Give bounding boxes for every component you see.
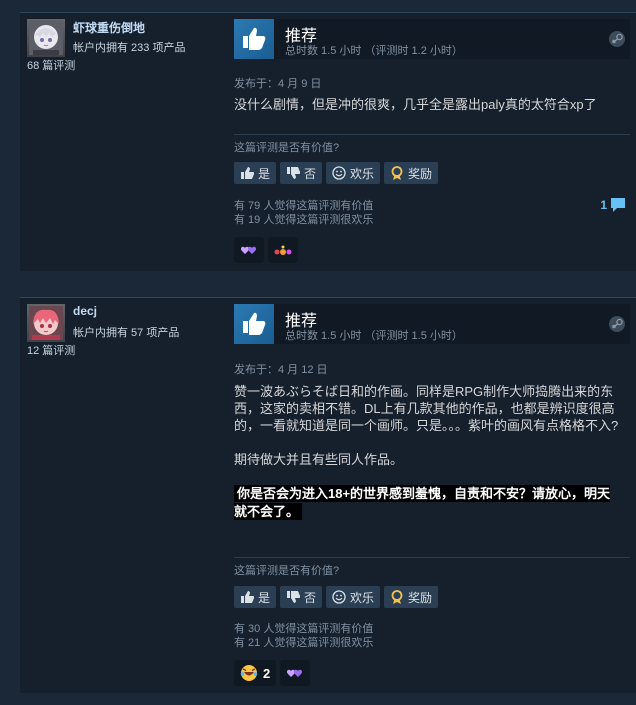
comment-count-value: 1	[600, 198, 607, 212]
dots-icon	[274, 245, 292, 255]
steam-icon	[608, 30, 626, 48]
vote-header: 推荐 总时数 1.5 小时 （评测时 1.2 小时）	[234, 19, 630, 59]
reactions	[234, 237, 298, 263]
review-card: 虾球重伤倒地 帐户内拥有 233 项产品 68 篇评测 推荐 总时数 1.5 小…	[20, 12, 636, 271]
divider	[234, 557, 630, 558]
reviews-count[interactable]: 12 篇评测	[27, 342, 75, 358]
award-icon	[391, 590, 403, 604]
reactions: 2	[234, 660, 311, 686]
hours-played: 总时数 1.5 小时 （评测时 1.2 小时）	[285, 45, 463, 57]
vote-yes-label: 是	[258, 590, 271, 605]
award-button[interactable]: 奖励	[384, 162, 439, 184]
award-label: 奖励	[408, 166, 433, 181]
award-button[interactable]: 奖励	[384, 586, 439, 608]
comment-count[interactable]: 1	[600, 197, 626, 213]
hours-played: 总时数 1.5 小时 （评测时 1.5 小时）	[285, 330, 463, 342]
review-text: 赞一波あぶらそば日和的作画。同样是RPG制作大师捣腾出来的东西，这家的卖相不错。…	[234, 383, 620, 521]
smile-icon	[332, 590, 346, 604]
vote-funny-button[interactable]: 欢乐	[326, 162, 381, 184]
laughing-face-icon	[240, 664, 258, 682]
avatar-frame[interactable]	[27, 304, 65, 342]
funny-votes: 有 21 人觉得这篇评测很欢乐	[234, 637, 374, 649]
review-card: decj 帐户内拥有 57 项产品 12 篇评测 推荐 总时数 1.5 小时 （…	[20, 297, 636, 693]
helpful-question: 这篇评测是否有价值?	[234, 142, 340, 154]
review-body: 推荐 总时数 1.5 小时 （评测时 1.5 小时） 发布于：4 月 12 日 …	[234, 304, 630, 686]
products-owned[interactable]: 帐户内拥有 57 项产品	[73, 324, 179, 340]
review-paragraph: 没什么剧情，但是冲的很爽，几乎全是露出paly真的太符合xp了	[234, 97, 597, 112]
vote-info: 有 30 人觉得这篇评测有价值 有 21 人觉得这篇评测很欢乐	[234, 622, 373, 650]
reaction[interactable]: 2	[234, 660, 277, 686]
thumbs-up-icon	[241, 167, 254, 179]
vote-no-label: 否	[304, 590, 317, 605]
reaction[interactable]	[280, 660, 311, 686]
vote-no-label: 否	[304, 166, 317, 181]
smile-icon	[332, 166, 346, 180]
reaction[interactable]	[268, 237, 298, 263]
author-name[interactable]: 虾球重伤倒地	[73, 19, 145, 36]
vote-funny-label: 欢乐	[350, 166, 375, 181]
funny-votes: 有 19 人觉得这篇评测很欢乐	[234, 214, 374, 226]
vote-info: 有 79 人觉得这篇评测有价值 有 19 人觉得这篇评测很欢乐	[234, 199, 373, 227]
hearts-icon	[287, 669, 303, 677]
review-paragraph: 赞一波あぶらそば日和的作画。同样是RPG制作大师捣腾出来的东西，这家的卖相不错。…	[234, 384, 619, 433]
helpful-votes: 有 30 人觉得这篇评测有价值	[234, 623, 374, 635]
posted-date: 发布于：4 月 9 日	[234, 78, 322, 90]
thumbs-up-icon	[234, 304, 274, 344]
vote-no-button[interactable]: 否	[280, 162, 323, 184]
review-body: 推荐 总时数 1.5 小时 （评测时 1.2 小时） 发布于：4 月 9 日 没…	[234, 19, 630, 263]
comment-icon	[611, 198, 625, 212]
thumbs-down-icon	[287, 167, 301, 179]
products-owned[interactable]: 帐户内拥有 233 项产品	[73, 39, 185, 55]
author-name[interactable]: decj	[73, 304, 97, 318]
avatar[interactable]	[29, 21, 63, 55]
thumbs-down-icon	[287, 591, 301, 603]
reviews-count[interactable]: 68 篇评测	[27, 57, 75, 73]
award-label: 奖励	[408, 590, 433, 605]
thumbs-up-icon	[234, 19, 274, 59]
vote-buttons: 是 否 欢乐 奖励	[234, 586, 439, 608]
vote-funny-label: 欢乐	[350, 590, 375, 605]
review-paragraph: 期待做大并且有些同人作品。	[234, 452, 404, 467]
award-icon	[391, 166, 403, 180]
thumbs-up-icon	[241, 591, 254, 603]
vote-yes-button[interactable]: 是	[234, 586, 277, 608]
vote-yes-label: 是	[258, 166, 271, 181]
reaction[interactable]	[234, 237, 264, 263]
reaction-count: 2	[263, 665, 271, 681]
avatar[interactable]	[29, 306, 63, 340]
vote-yes-button[interactable]: 是	[234, 162, 277, 184]
posted-date: 发布于：4 月 12 日	[234, 364, 328, 376]
vote-no-button[interactable]: 否	[280, 586, 323, 608]
avatar-frame[interactable]	[27, 19, 65, 57]
helpful-votes: 有 79 人觉得这篇评测有价值	[234, 200, 374, 212]
vote-buttons: 是 否 欢乐 奖励	[234, 162, 439, 184]
spoiler-text[interactable]: 你是否会为进入18+的世界感到羞愧，自责和不安？请放心，明天就不会了。	[234, 485, 611, 520]
helpful-question: 这篇评测是否有价值?	[234, 565, 340, 577]
divider	[234, 134, 630, 135]
review-text: 没什么剧情，但是冲的很爽，几乎全是露出paly真的太符合xp了	[234, 96, 620, 113]
vote-funny-button[interactable]: 欢乐	[326, 586, 381, 608]
hearts-icon	[241, 246, 257, 254]
vote-header: 推荐 总时数 1.5 小时 （评测时 1.5 小时）	[234, 304, 630, 344]
steam-icon	[608, 315, 626, 333]
